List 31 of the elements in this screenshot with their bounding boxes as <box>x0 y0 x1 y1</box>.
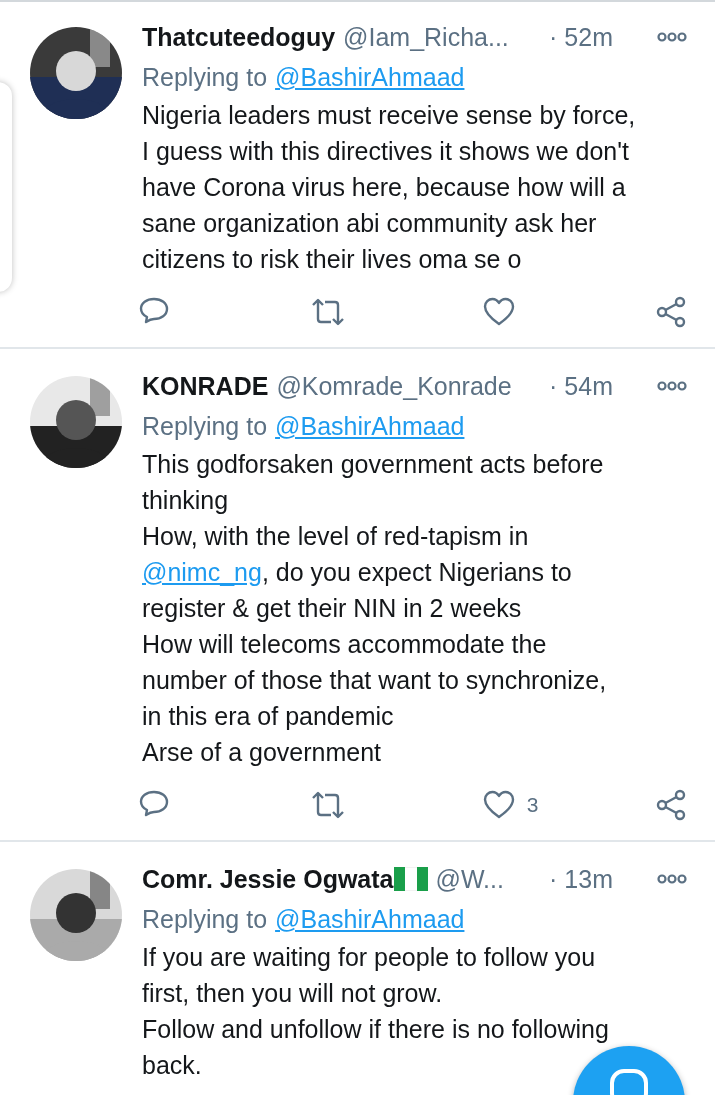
mention-link[interactable]: @BashirAhmaad <box>275 57 465 97</box>
compose-icon <box>609 1067 649 1095</box>
tweet-text: If you are waiting for people to follow you first, then you will not grow. Follow and unfollow if there is no following back. <box>142 942 609 1081</box>
timestamp: · 52m <box>549 22 613 53</box>
timestamp: · 13m <box>549 864 613 895</box>
tweet-text: This godforsaken government acts before thinking How, with the level of red-tapism in @nimc_ng, do you expect Nigerians to register & get their NIN in 2 weeks How will telecoms accommodate the number of those that want to synchronize, in this era of pandemic Arse of a government <box>142 449 607 768</box>
retweet-icon[interactable] <box>310 297 347 327</box>
user-handle: @Iam_Richa... <box>343 22 509 53</box>
share-icon[interactable] <box>655 789 687 821</box>
more-icon[interactable] <box>657 380 687 392</box>
user-name: Thatcuteedoguy <box>142 22 336 53</box>
replying-label: Replying to <box>142 904 268 935</box>
mention-link[interactable]: @nimc_ng <box>142 558 262 586</box>
tweet-text: Nigeria leaders must receive sense by force, I guess with this directives it shows we don't have Corona virus here, because how will a sane organization abi community ask her citizens to risk their lives oma se o <box>142 100 636 275</box>
more-icon[interactable] <box>657 873 687 885</box>
replying-label: Replying to <box>142 62 268 93</box>
share-icon[interactable] <box>655 296 687 328</box>
heart-icon[interactable] <box>482 790 515 820</box>
user-name: Comr. Jessie Ogwata <box>142 864 394 895</box>
replying-label: Replying to <box>142 411 268 442</box>
user-handle: @Komrade_Konrade <box>276 371 512 402</box>
more-icon[interactable] <box>657 31 687 43</box>
mention-link[interactable]: @BashirAhmaad <box>275 406 465 446</box>
like-count: 3 <box>526 792 539 819</box>
retweet-icon[interactable] <box>310 790 347 820</box>
heart-icon[interactable] <box>482 297 515 327</box>
mention-link[interactable]: @BashirAhmaad <box>275 899 465 939</box>
flag-icon <box>393 867 428 891</box>
user-handle: @W... <box>435 864 504 895</box>
user-name: KONRADE <box>142 371 269 402</box>
timestamp: · 54m <box>549 371 613 402</box>
